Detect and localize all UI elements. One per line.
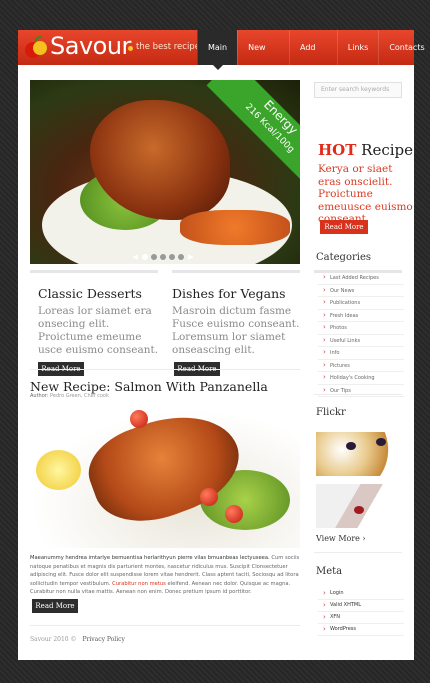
slider-dot[interactable] (160, 254, 166, 260)
classic-desserts-title[interactable]: Classic Desserts (38, 286, 142, 301)
hot-label: HOT (318, 141, 357, 159)
divider (314, 552, 402, 553)
tomato (200, 488, 218, 506)
divider (172, 270, 300, 273)
article-link[interactable]: Curabitur non metus (112, 581, 166, 587)
main-nav: Main New Recipes Add Recipe Links Contac… (197, 30, 430, 87)
view-more-label: View More (316, 534, 360, 543)
article-author: Author: Pedro Green, Chef cook (30, 393, 109, 399)
meta-item[interactable]: Login (318, 588, 404, 600)
nav-main[interactable]: Main (197, 30, 238, 70)
privacy-policy-link[interactable]: Privacy Policy (82, 636, 124, 643)
slider-controls: ◀ ▶ (131, 251, 195, 263)
meta-item[interactable]: XFN (318, 612, 404, 624)
article-read-more-button[interactable]: Read More (32, 599, 78, 613)
header: Savour the best recipes Main New Recipes… (18, 30, 425, 87)
meta-title: Meta (316, 566, 343, 577)
categories-title: Categories (316, 252, 371, 263)
divider (314, 394, 402, 395)
salmon-image (30, 410, 300, 548)
article-title[interactable]: New Recipe: Salmon With Panzanella (30, 379, 268, 394)
tomato (225, 505, 243, 523)
hot-title-rest: Recipe (356, 141, 414, 159)
category-item[interactable]: Fresh Ideas (318, 310, 404, 322)
flickr-photo[interactable] (316, 432, 402, 476)
divider (30, 625, 300, 626)
divider (30, 369, 300, 370)
berry (376, 438, 386, 446)
flickr-title: Flickr (316, 407, 346, 418)
page: Savour the best recipes Main New Recipes… (18, 30, 425, 660)
hero-slider[interactable]: Energy 216 Kcal/100g (30, 80, 300, 264)
category-item[interactable]: Pictures (318, 360, 404, 372)
tomato (130, 410, 148, 428)
article-lead: Maeanummy hendrea imtarlye bemuentisa he… (30, 555, 270, 561)
tagline: the best recipes (136, 42, 205, 52)
berry (346, 442, 356, 450)
slider-dot[interactable] (178, 254, 184, 260)
classic-desserts-text: Loreas lor siamet era onsecing elit. Pro… (38, 305, 159, 356)
hero-carrots (180, 210, 290, 245)
hot-recipe-title: HOT Recipe (318, 141, 413, 159)
category-item[interactable]: Useful Links (318, 335, 404, 347)
category-item[interactable]: Our News (318, 285, 404, 297)
meta-item[interactable]: WordPress (318, 624, 404, 636)
slider-prev-icon[interactable]: ◀ (131, 253, 139, 261)
slider-next-icon[interactable]: ▶ (187, 253, 195, 261)
berry (354, 506, 364, 514)
dishes-vegans-title[interactable]: Dishes for Vegans (172, 286, 286, 301)
nav-links[interactable]: Links (336, 30, 379, 65)
logo-dot-icon (128, 46, 133, 51)
slider-dot[interactable] (142, 254, 148, 260)
hot-recipe-text: Kerya or siaet eras onscielit. Proictume… (318, 163, 413, 225)
slider-dot[interactable] (169, 254, 175, 260)
categories-list: Last Added Recipes Our News Publications… (318, 272, 404, 397)
meta-item[interactable]: Valid XHTML (318, 600, 404, 612)
logo-fruit-icon (25, 35, 47, 58)
divider (30, 270, 158, 273)
nav-new-recipes[interactable]: New Recipes (237, 30, 289, 87)
view-more-link[interactable]: View More › (316, 534, 366, 543)
category-item[interactable]: Holiday's Cooking (318, 372, 404, 385)
flickr-photo[interactable] (316, 484, 402, 528)
category-item[interactable]: Photos (318, 322, 404, 335)
hot-read-more-button[interactable]: Read More (320, 220, 368, 234)
category-item[interactable]: Publications (318, 297, 404, 310)
footer: Savour 2010 © Privacy Policy (30, 636, 125, 643)
search-input[interactable]: Enter search keywords (314, 82, 402, 98)
copyright: Savour 2010 © (30, 636, 77, 643)
author-label: Author: (30, 393, 49, 399)
slider-dot[interactable] (151, 254, 157, 260)
category-item[interactable]: Last Added Recipes (318, 272, 404, 285)
author-name: Pedro Green, Chef cook (50, 393, 109, 399)
logo[interactable]: Savour (50, 32, 131, 60)
salmon-lemon (36, 450, 81, 490)
dishes-vegans-text: Masroin dictum fasme Fusce euismo consea… (172, 305, 300, 356)
category-item[interactable]: Our Tips (318, 385, 404, 397)
category-item[interactable]: Info (318, 347, 404, 360)
nav-add-recipe[interactable]: Add Recipe (289, 30, 337, 87)
meta-list: Login Valid XHTML XFN WordPress (318, 588, 404, 636)
nav-contacts[interactable]: Contacts (378, 30, 430, 65)
article-body: Maeanummy hendrea imtarlye bemuentisa he… (30, 554, 300, 597)
